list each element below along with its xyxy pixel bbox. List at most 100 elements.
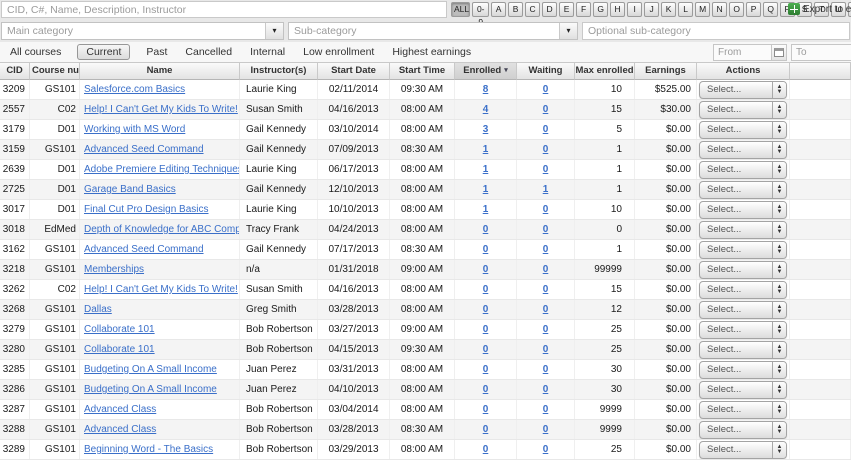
name-link[interactable]: Help! I Can't Get My Kids To Write!: [84, 284, 238, 295]
action-select[interactable]: Select...▲▼: [699, 201, 787, 219]
alpha-filter-j[interactable]: J: [644, 2, 659, 17]
alpha-filter-m[interactable]: M: [695, 2, 710, 17]
alpha-filter-n[interactable]: N: [712, 2, 727, 17]
alpha-filter-b[interactable]: B: [508, 2, 523, 17]
waiting-link[interactable]: 0: [543, 104, 549, 115]
action-select[interactable]: Select...▲▼: [699, 441, 787, 459]
column-header-start-date[interactable]: Start Date: [318, 62, 390, 80]
action-select[interactable]: Select...▲▼: [699, 101, 787, 119]
enrolled-link[interactable]: 8: [483, 84, 489, 95]
waiting-link[interactable]: 0: [543, 404, 549, 415]
name-link[interactable]: Salesforce.com Basics: [84, 84, 185, 95]
name-link[interactable]: Advanced Seed Command: [84, 144, 204, 155]
enrolled-link[interactable]: 4: [483, 104, 489, 115]
column-header-earnings[interactable]: Earnings: [635, 62, 697, 80]
action-select[interactable]: Select...▲▼: [699, 281, 787, 299]
action-select[interactable]: Select...▲▼: [699, 121, 787, 139]
alpha-filter-c[interactable]: C: [525, 2, 540, 17]
enrolled-link[interactable]: 1: [483, 144, 489, 155]
export-button[interactable]: Export to ex: [788, 3, 851, 15]
tab-low-enrollment[interactable]: Low enrollment: [301, 45, 376, 59]
name-link[interactable]: Collaborate 101: [84, 324, 155, 335]
enrolled-link[interactable]: 0: [483, 244, 489, 255]
name-link[interactable]: Depth of Knowledge for ABC Company: [84, 224, 240, 235]
name-link[interactable]: Beginning Word - The Basics: [84, 444, 213, 455]
waiting-link[interactable]: 0: [543, 264, 549, 275]
enrolled-link[interactable]: 0: [483, 384, 489, 395]
name-link[interactable]: Budgeting On A Small Income: [84, 384, 217, 395]
column-header-waiting[interactable]: Waiting: [517, 62, 575, 80]
alpha-filter-i[interactable]: I: [627, 2, 642, 17]
name-link[interactable]: Dallas: [84, 304, 112, 315]
alpha-filter-q[interactable]: Q: [763, 2, 778, 17]
action-select[interactable]: Select...▲▼: [699, 361, 787, 379]
alpha-filter-p[interactable]: P: [746, 2, 761, 17]
waiting-link[interactable]: 0: [543, 424, 549, 435]
alpha-filter-h[interactable]: H: [610, 2, 625, 17]
enrolled-link[interactable]: 0: [483, 424, 489, 435]
alpha-filter-g[interactable]: G: [593, 2, 608, 17]
action-select[interactable]: Select...▲▼: [699, 401, 787, 419]
name-link[interactable]: Garage Band Basics: [84, 184, 176, 195]
alpha-filter-k[interactable]: K: [661, 2, 676, 17]
date-from-field[interactable]: [713, 44, 787, 61]
name-link[interactable]: Advanced Seed Command: [84, 244, 204, 255]
action-select[interactable]: Select...▲▼: [699, 241, 787, 259]
name-link[interactable]: Help! I Can't Get My Kids To Write!: [84, 104, 238, 115]
tab-internal[interactable]: Internal: [248, 45, 287, 59]
sub-category-select[interactable]: Sub-category ▾: [288, 22, 578, 40]
name-link[interactable]: Final Cut Pro Design Basics: [84, 204, 209, 215]
date-from-input[interactable]: [714, 45, 771, 60]
action-select[interactable]: Select...▲▼: [699, 181, 787, 199]
column-header-name[interactable]: Name: [80, 62, 240, 80]
enrolled-link[interactable]: 0: [483, 404, 489, 415]
calendar-icon[interactable]: [771, 45, 786, 60]
action-select[interactable]: Select...▲▼: [699, 161, 787, 179]
main-category-select[interactable]: Main category ▾: [1, 22, 284, 40]
action-select[interactable]: Select...▲▼: [699, 141, 787, 159]
waiting-link[interactable]: 1: [543, 184, 549, 195]
waiting-link[interactable]: 0: [543, 284, 549, 295]
enrolled-link[interactable]: 3: [483, 124, 489, 135]
waiting-link[interactable]: 0: [543, 164, 549, 175]
action-select[interactable]: Select...▲▼: [699, 381, 787, 399]
action-select[interactable]: Select...▲▼: [699, 221, 787, 239]
alpha-filter-l[interactable]: L: [678, 2, 693, 17]
enrolled-link[interactable]: 0: [483, 224, 489, 235]
action-select[interactable]: Select...▲▼: [699, 421, 787, 439]
name-link[interactable]: Advanced Class: [84, 424, 156, 435]
column-header-cid[interactable]: CID: [0, 62, 30, 80]
alpha-filter-d[interactable]: D: [542, 2, 557, 17]
waiting-link[interactable]: 0: [543, 444, 549, 455]
waiting-link[interactable]: 0: [543, 384, 549, 395]
column-header-max-enrolled[interactable]: Max enrolled: [575, 62, 635, 80]
name-link[interactable]: Budgeting On A Small Income: [84, 364, 217, 375]
enrolled-link[interactable]: 0: [483, 284, 489, 295]
waiting-link[interactable]: 0: [543, 144, 549, 155]
tab-cancelled[interactable]: Cancelled: [183, 45, 234, 59]
column-header-instructor-s[interactable]: Instructor(s): [240, 62, 318, 80]
waiting-link[interactable]: 0: [543, 324, 549, 335]
name-link[interactable]: Advanced Class: [84, 404, 156, 415]
name-link[interactable]: Collaborate 101: [84, 344, 155, 355]
enrolled-link[interactable]: 0: [483, 344, 489, 355]
date-to-input[interactable]: [792, 45, 851, 60]
enrolled-link[interactable]: 0: [483, 324, 489, 335]
tab-all-courses[interactable]: All courses: [8, 45, 63, 59]
alpha-filter-a[interactable]: A: [491, 2, 506, 17]
tab-highest-earnings[interactable]: Highest earnings: [390, 45, 473, 59]
column-header-enrolled[interactable]: Enrolled▾: [455, 62, 517, 80]
column-header-actions[interactable]: Actions: [697, 62, 790, 80]
action-select[interactable]: Select...▲▼: [699, 321, 787, 339]
action-select[interactable]: Select...▲▼: [699, 301, 787, 319]
alpha-filter-e[interactable]: E: [559, 2, 574, 17]
waiting-link[interactable]: 0: [543, 204, 549, 215]
column-header-start-time[interactable]: Start Time: [390, 62, 455, 80]
search-input[interactable]: [1, 1, 447, 18]
enrolled-link[interactable]: 1: [483, 184, 489, 195]
alpha-filter-all[interactable]: ALL: [451, 2, 470, 17]
waiting-link[interactable]: 0: [543, 244, 549, 255]
alpha-filter-f[interactable]: F: [576, 2, 591, 17]
action-select[interactable]: Select...▲▼: [699, 81, 787, 99]
waiting-link[interactable]: 0: [543, 344, 549, 355]
